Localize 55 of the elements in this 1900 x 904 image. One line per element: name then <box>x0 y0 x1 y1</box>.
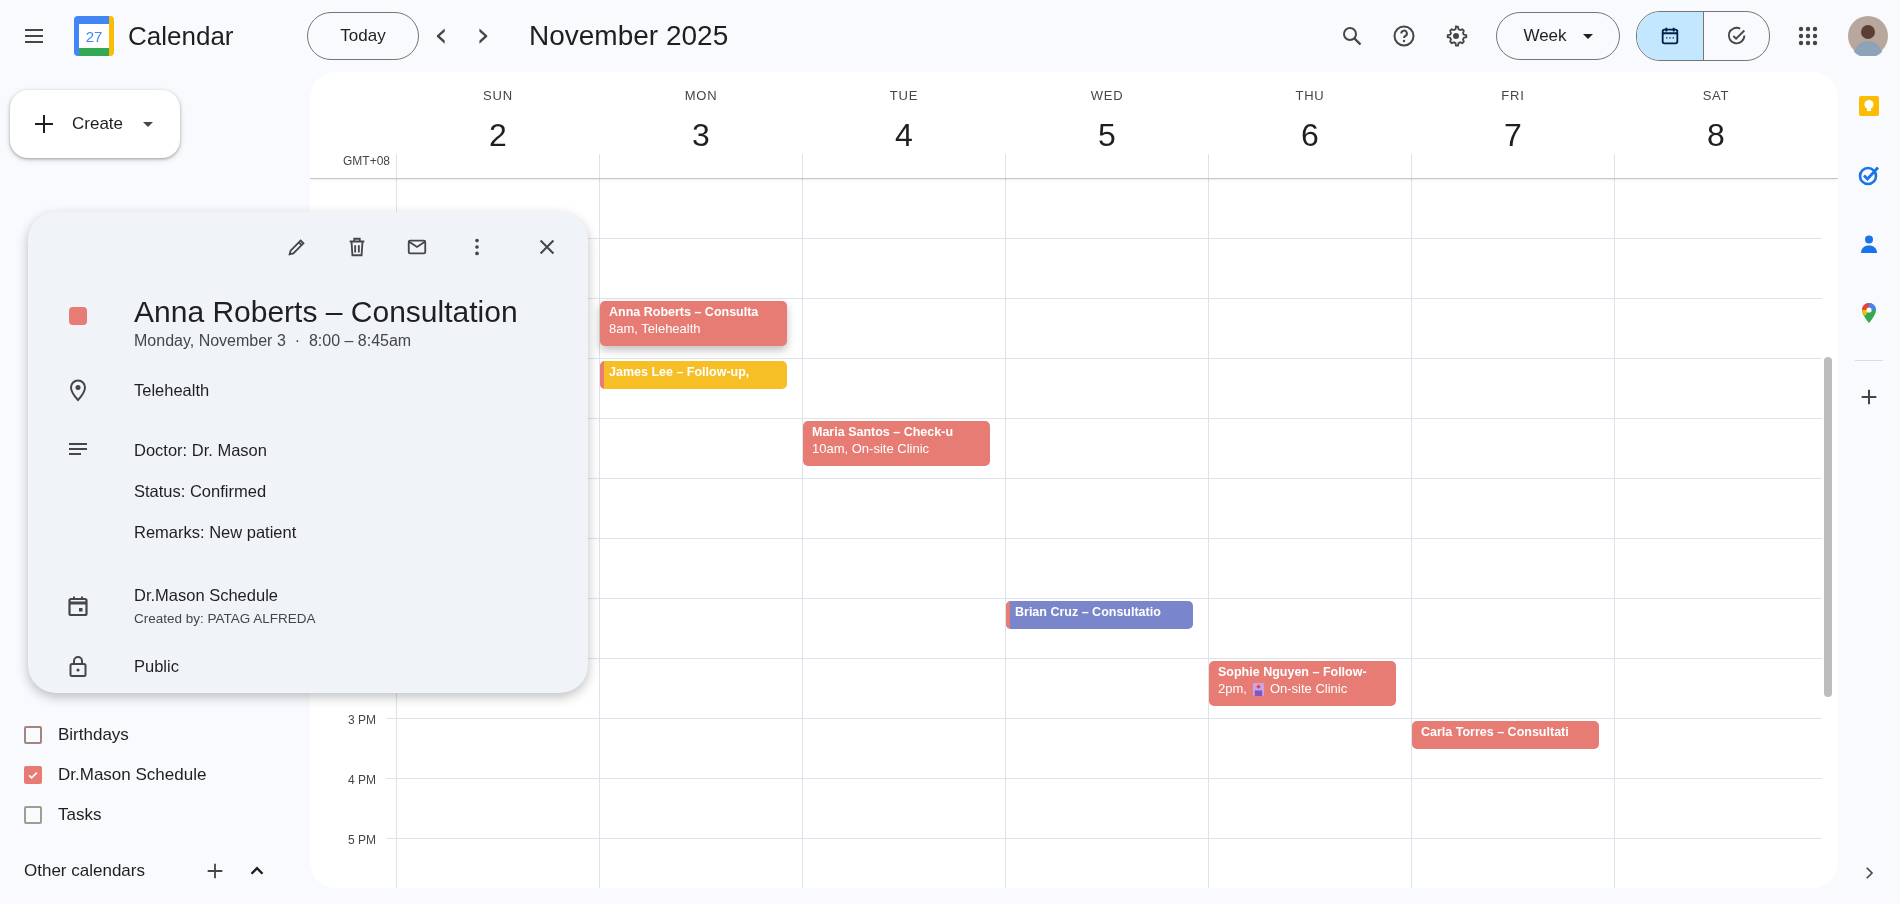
search-icon[interactable] <box>1340 24 1364 48</box>
date-number[interactable]: 6 <box>1301 117 1319 154</box>
timezone-label: GMT+08 <box>343 154 390 168</box>
date-number[interactable]: 3 <box>692 117 710 154</box>
weekday-label: THU <box>1295 88 1325 103</box>
description-line: Remarks: New patient <box>134 523 297 542</box>
calendar-label: Birthdays <box>58 725 129 745</box>
calendar-label: Dr.Mason Schedule <box>58 765 207 785</box>
period-title: November 2025 <box>529 20 729 52</box>
visibility-label: Public <box>134 656 179 676</box>
dropdown-caret-icon <box>1582 33 1593 39</box>
plus-icon <box>32 112 56 136</box>
calendar-label: Tasks <box>58 805 102 825</box>
app-title: Calendar <box>128 20 234 52</box>
event-location: Telehealth <box>134 380 210 400</box>
create-button[interactable]: Create <box>10 90 180 158</box>
edit-icon[interactable] <box>286 236 308 258</box>
weekday-label: SAT <box>1702 88 1730 103</box>
hour-label: 5 PM <box>348 833 376 847</box>
weekday-label: WED <box>1090 88 1124 103</box>
check-circle-icon <box>1725 25 1748 47</box>
event-time: Monday, November 3 · 8:00 – 8:45am <box>134 332 413 350</box>
settings-icon[interactable] <box>1444 24 1468 48</box>
hour-label: 3 PM <box>348 713 376 727</box>
weekday-label: TUE <box>889 88 919 103</box>
weekday-label: FRI <box>1501 88 1525 103</box>
creator-text: Created by: PATAG ALFREDA <box>134 611 316 626</box>
date-number[interactable]: 2 <box>489 117 507 154</box>
calendar-view-button[interactable] <box>1637 12 1703 60</box>
next-button[interactable]: › <box>463 17 503 55</box>
weekday-label: MON <box>684 88 718 103</box>
calendar-name: Dr.Mason Schedule <box>134 586 279 605</box>
dropdown-caret-icon <box>143 121 154 127</box>
previous-button[interactable]: ‹ <box>421 17 461 55</box>
weekday-label: SUN <box>483 88 513 103</box>
description-line: Status: Confirmed <box>134 482 268 501</box>
calendar-checkbox[interactable] <box>24 726 42 744</box>
apps-grid-icon[interactable] <box>1796 24 1820 48</box>
event-title: Anna Roberts – Consultation <box>134 294 518 330</box>
help-icon[interactable] <box>1392 24 1416 48</box>
date-number[interactable]: 5 <box>1098 117 1116 154</box>
section-title: Other calendars <box>24 861 146 881</box>
calendar-checkbox[interactable] <box>24 806 42 824</box>
date-number[interactable]: 8 <box>1707 117 1725 154</box>
avatar-icon[interactable] <box>1848 16 1888 56</box>
scrollbar[interactable] <box>1824 357 1832 697</box>
lock-icon <box>66 654 90 678</box>
calendar-checkbox[interactable] <box>24 766 42 784</box>
hour-label: 4 PM <box>348 773 376 787</box>
description-line: Doctor: Dr. Mason <box>134 441 268 460</box>
calendar-icon <box>66 594 90 618</box>
date-number[interactable]: 7 <box>1504 117 1522 154</box>
calendar-icon <box>1659 25 1681 47</box>
date-number[interactable]: 4 <box>895 117 913 154</box>
calendar-logo: 27 <box>74 16 114 56</box>
